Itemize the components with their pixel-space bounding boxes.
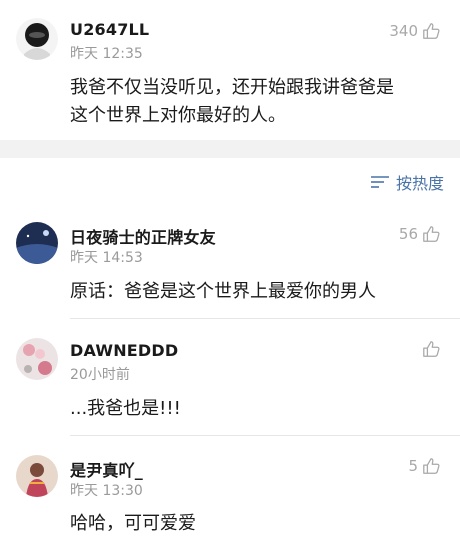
avatar[interactable]	[16, 338, 58, 380]
like-button[interactable]: 56	[399, 223, 440, 245]
thumbs-up-icon	[423, 341, 440, 357]
sort-by-hot-button[interactable]: 按热度	[370, 170, 444, 194]
comment-text: 原话：爸爸是这个世界上最爱你的男人	[70, 281, 376, 302]
like-button[interactable]	[418, 338, 440, 360]
thumbs-up-icon	[423, 23, 440, 39]
comment-text-line-1: 我爸不仅当没听见，还开始跟我讲爸爸是	[70, 77, 394, 98]
like-count: 5	[408, 457, 418, 475]
timestamp: 昨天 14:53	[70, 250, 143, 266]
comment-text-line-2: 这个世界上对你最好的人。	[70, 105, 286, 126]
section-separator	[0, 140, 460, 158]
divider	[70, 435, 460, 436]
timestamp: 昨天 13:30	[70, 483, 143, 499]
avatar[interactable]	[16, 455, 58, 497]
thumbs-up-icon	[423, 226, 440, 242]
timestamp: 昨天 12:35	[70, 46, 143, 62]
like-count: 340	[389, 22, 418, 40]
sort-lines-icon	[370, 176, 389, 188]
thumbs-up-icon	[423, 458, 440, 474]
comment-text: 哈哈，可可爱爱	[70, 513, 196, 534]
divider	[70, 318, 460, 319]
top-comment: U2647LL 昨天 12:35 340 我爸不仅当没听见，还开始跟我讲爸爸是 …	[0, 0, 460, 140]
username[interactable]: 是尹真吖_	[70, 457, 143, 481]
username[interactable]: DAWNEDDD	[70, 341, 178, 360]
username[interactable]: U2647LL	[70, 20, 149, 39]
avatar[interactable]	[16, 222, 58, 264]
like-button[interactable]: 5	[408, 455, 440, 477]
username[interactable]: 日夜骑士的正牌女友	[70, 224, 216, 248]
timestamp: 20小时前	[70, 367, 130, 383]
like-button[interactable]: 340	[389, 20, 440, 42]
avatar[interactable]	[16, 18, 58, 60]
sort-label: 按热度	[395, 174, 444, 193]
like-count: 56	[398, 225, 418, 243]
comment-text: ...我爸也是!!!	[70, 398, 181, 419]
